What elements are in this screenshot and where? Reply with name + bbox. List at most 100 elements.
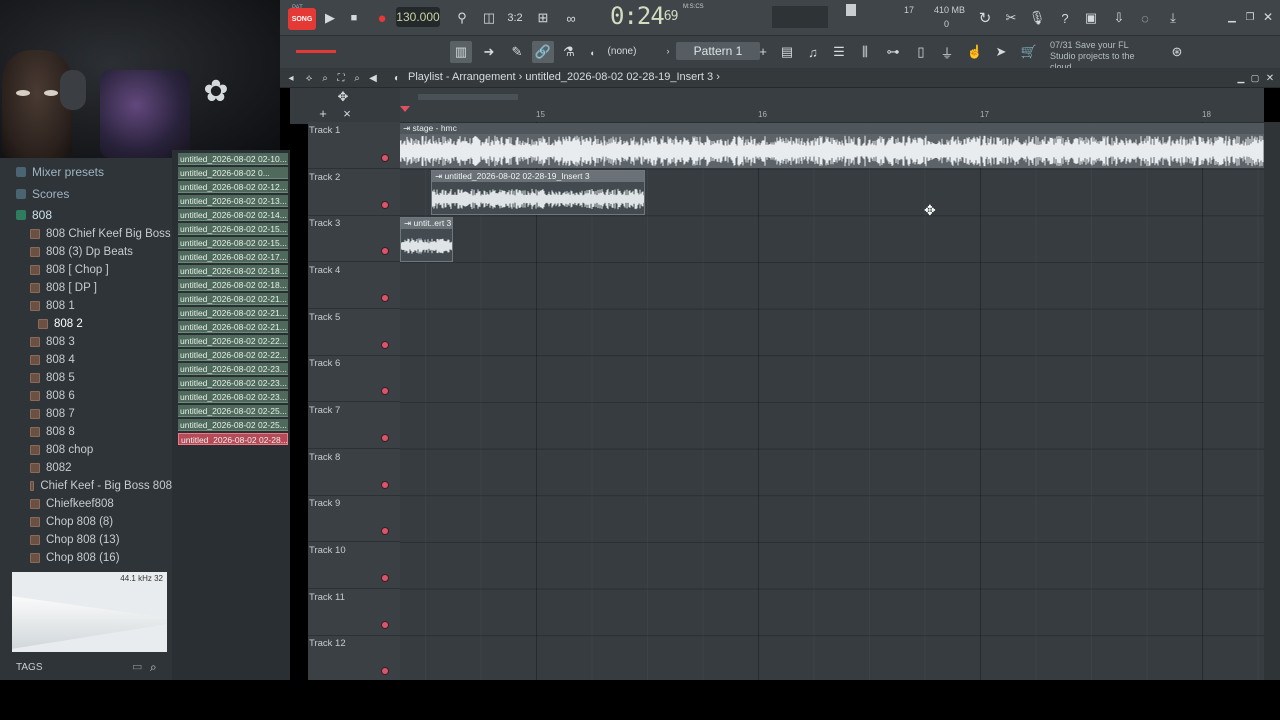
track-mute-led-icon[interactable]	[382, 528, 388, 535]
loop-record-icon[interactable]: ∞	[560, 8, 582, 28]
options-icon[interactable]: ◐	[390, 70, 404, 86]
browser-item[interactable]: 808 3	[0, 333, 172, 351]
track-header[interactable]: Track 12	[308, 635, 400, 683]
browser-item[interactable]: 808 Chief Keef Big Boss	[0, 225, 172, 243]
pattern-item[interactable]: untitled_2026-08-02 02-21...	[178, 293, 288, 305]
track-header[interactable]: Track 9	[308, 495, 400, 543]
pattern-item[interactable]: untitled_2026-08-02 02-15...	[178, 237, 288, 249]
pattern-item[interactable]: untitled_2026-08-02 02-10...	[178, 153, 288, 165]
render-icon[interactable]: ⇩	[1108, 7, 1130, 29]
browser-icon[interactable]: ⊶	[882, 41, 904, 63]
pattern-item[interactable]: untitled_2026-08-02 02-18...	[178, 265, 288, 277]
track-header[interactable]: Track 11	[308, 589, 400, 636]
search-icon[interactable]: ⌕	[150, 660, 157, 675]
pattern-item[interactable]: untitled_2026-08-02 02-23...	[178, 391, 288, 403]
help-icon[interactable]: ?	[1054, 7, 1076, 29]
category-scores[interactable]: Scores	[16, 187, 69, 201]
audio-clip-insert3[interactable]: ⇥ untitled_2026-08-02 02-28-19_Insert 3	[431, 170, 645, 215]
countdown-label[interactable]: 3:2	[504, 8, 526, 28]
piano-roll-icon[interactable]: ▥	[450, 41, 472, 63]
metronome-icon[interactable]: ⚲	[452, 8, 472, 28]
pattern-item[interactable]: untitled_2026-08-02 02-25...	[178, 419, 288, 431]
song-mode-button[interactable]: SONG	[288, 8, 316, 30]
fit-icon[interactable]: ⛶	[334, 70, 348, 86]
track-header[interactable]: Track 7	[308, 402, 400, 450]
audio-clip-untitled-ert3[interactable]: ⇥ untit..ert 3	[400, 217, 453, 262]
pattern-item[interactable]: untitled_2026-08-02 02-12...	[178, 181, 288, 193]
browser-item[interactable]: Chief Keef - Big Boss 808	[0, 477, 172, 495]
browser-item[interactable]: 808 7	[0, 405, 172, 423]
track-mute-led-icon[interactable]	[382, 481, 388, 488]
shop-icon[interactable]: 🛒	[1018, 41, 1040, 63]
pen-icon[interactable]: ✎	[506, 41, 528, 63]
track-mute-led-icon[interactable]	[382, 341, 388, 348]
piano-roll-view-icon[interactable]: ♫	[802, 41, 824, 63]
search-icon[interactable]: ⌕	[350, 70, 364, 86]
pattern-item[interactable]: untitled_2026-08-02 02-15...	[178, 223, 288, 235]
track-header[interactable]: Track 4	[308, 262, 400, 309]
maximize-icon[interactable]: ▢	[1249, 70, 1261, 86]
pattern-item[interactable]: untitled_2026-08-02 02-22...	[178, 335, 288, 347]
magnet-icon[interactable]: ⟡	[302, 70, 316, 86]
track-header[interactable]: Track 6	[308, 355, 400, 403]
track-header[interactable]: Track 3	[308, 215, 400, 263]
pattern-item[interactable]: untitled_2026-08-02 02-21...	[178, 321, 288, 333]
zoom-icon[interactable]: ⌕	[318, 70, 332, 86]
browser-item[interactable]: 808 4	[0, 351, 172, 369]
browser-item[interactable]: 808 8	[0, 423, 172, 441]
track-mute-led-icon[interactable]	[382, 668, 388, 675]
browser-item[interactable]: 808 [ Chop ]	[0, 261, 172, 279]
track-mute-led-icon[interactable]	[382, 621, 388, 628]
track-header[interactable]: Track 2	[308, 169, 400, 216]
close-icon[interactable]: ✕	[1260, 9, 1276, 25]
touch-keyboard-icon[interactable]: ☝	[964, 41, 986, 63]
category-mixer-presets[interactable]: Mixer presets	[16, 165, 104, 179]
browser-item[interactable]: 8082	[0, 459, 172, 477]
browser-item[interactable]: 808 (3) Dp Beats	[0, 243, 172, 261]
browser-item[interactable]: 808 [ DP ]	[0, 279, 172, 297]
track-mute-led-icon[interactable]	[382, 248, 388, 255]
save-icon[interactable]: ▣	[1080, 7, 1102, 29]
browser-item[interactable]: Chop 808 (16)	[0, 549, 172, 567]
pattern-item[interactable]: untitled_2026-08-02 02-13...	[178, 195, 288, 207]
stamp-icon[interactable]: ⚗	[558, 41, 580, 63]
breadcrumb-view[interactable]: Playlist - Arrangement	[408, 71, 516, 83]
folder-icon[interactable]: ▭	[132, 660, 142, 673]
mixer-icon[interactable]: ⫼	[854, 41, 876, 63]
channel-rack-icon[interactable]: ☰	[828, 41, 850, 63]
add-pattern-icon[interactable]: +	[756, 42, 770, 60]
breadcrumb-clip[interactable]: untitled_2026-08-02 02-28-19_Insert 3	[525, 71, 713, 83]
link-icon[interactable]: 🔗	[532, 41, 554, 63]
browser-item[interactable]: Chop 808 (13)	[0, 531, 172, 549]
track-header[interactable]: Track 10	[308, 542, 400, 590]
browser-item[interactable]: 808 chop	[0, 441, 172, 459]
audio-clip-stage-hmc[interactable]: ⇥ stage - hmc	[400, 123, 1264, 168]
sample-preview-waveform[interactable]: 44.1 kHz 32	[12, 572, 167, 652]
track-mute-led-icon[interactable]	[382, 388, 388, 395]
browser-item[interactable]: 808 1	[0, 297, 172, 315]
plugin-icon[interactable]: ⏚	[936, 41, 958, 63]
track-mute-led-icon[interactable]	[382, 201, 388, 208]
project-browser-icon[interactable]: ▯	[910, 41, 932, 63]
pattern-prev-icon[interactable]: ›	[662, 42, 674, 60]
arrow-left-icon[interactable]: ◂	[284, 70, 298, 86]
browser-item[interactable]: 808 5	[0, 369, 172, 387]
track-header[interactable]: Track 1	[308, 122, 400, 169]
browser-item-selected[interactable]: 808 2	[0, 315, 172, 333]
globe-icon[interactable]: ⊛	[1166, 41, 1188, 63]
browser-item[interactable]: Chop 808 (8)	[0, 513, 172, 531]
category-808[interactable]: 808	[16, 208, 52, 222]
vertical-scrollbar[interactable]	[1264, 122, 1280, 680]
browser-item[interactable]: Chiefkeef808	[0, 495, 172, 513]
pattern-item[interactable]: untitled_2026-08-02 02-21...	[178, 307, 288, 319]
stop-icon[interactable]: ■	[344, 8, 364, 28]
browser-item[interactable]: 808 6	[0, 387, 172, 405]
delete-icon[interactable]: ×	[340, 106, 354, 121]
add-track-icon[interactable]: +	[316, 106, 330, 121]
tempo-display[interactable]: 130.000	[396, 7, 440, 27]
minimize-icon[interactable]: ▁	[1224, 9, 1240, 25]
playhead-marker-icon[interactable]	[400, 106, 410, 112]
pattern-item[interactable]: untitled_2026-08-02 02-22...	[178, 349, 288, 361]
playlist-grid[interactable]: ⇥ stage - hmc ⇥ untitled_2026-08-02 02-2…	[400, 122, 1264, 680]
snap-select[interactable]: (none)	[600, 42, 644, 60]
